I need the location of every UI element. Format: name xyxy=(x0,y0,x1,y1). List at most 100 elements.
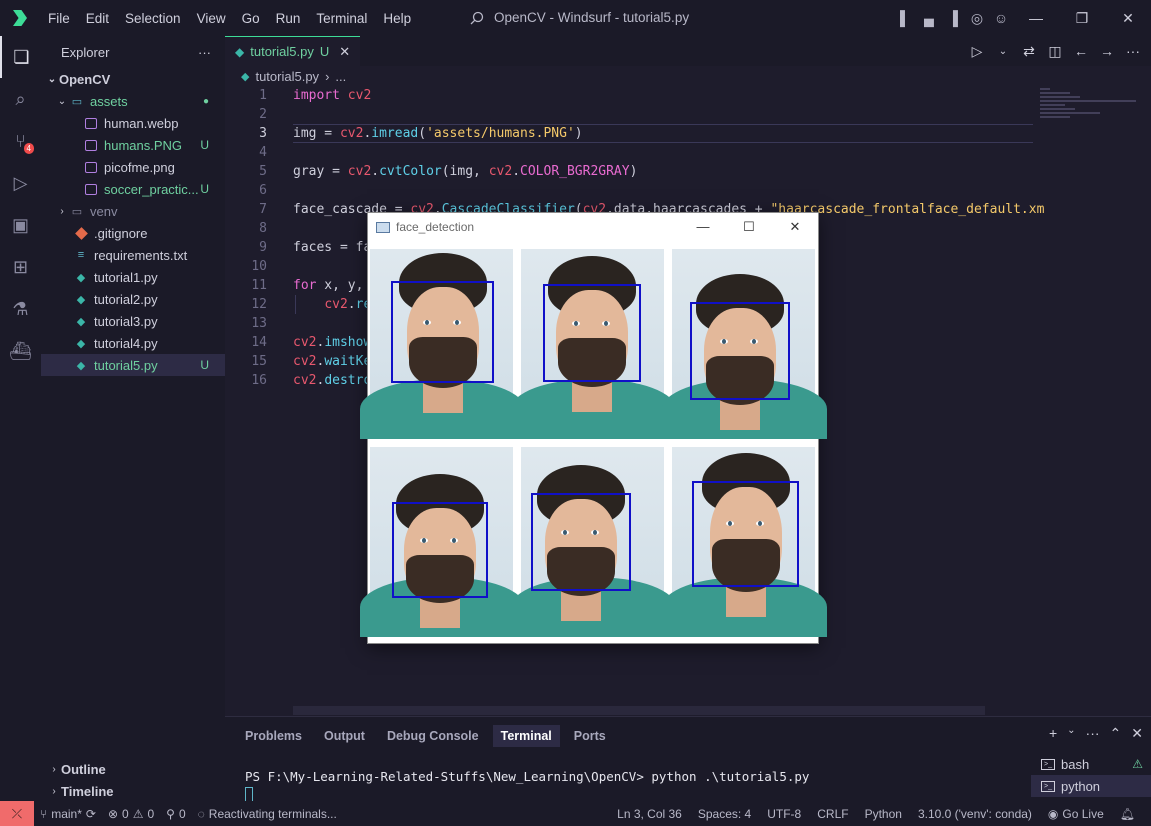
split-editor-icon[interactable]: ◫ xyxy=(1045,43,1065,60)
menu-selection[interactable]: Selection xyxy=(117,11,189,26)
cursor-position[interactable]: Ln 3, Col 36 xyxy=(609,807,690,821)
source-control-icon[interactable]: ⑂ 4 xyxy=(0,120,41,162)
cv-close-button[interactable]: ✕ xyxy=(772,213,818,241)
untracked-badge: U xyxy=(200,182,209,196)
untracked-badge: U xyxy=(200,138,209,152)
chevron-down-icon[interactable]: ⌄ xyxy=(993,46,1013,57)
terminal-output[interactable]: PS F:\My-Learning-Related-Stuffs\New_Lea… xyxy=(245,769,809,784)
tree-item-assets[interactable]: ⌄ ▭ assets ● xyxy=(41,90,225,112)
code-line[interactable]: 4 xyxy=(225,143,1035,162)
close-icon[interactable]: ✕ xyxy=(339,44,350,60)
tree-item-venv[interactable]: › ▭ venv xyxy=(41,200,225,222)
line-endings[interactable]: CRLF xyxy=(809,807,856,821)
testing-icon[interactable]: ⚗ xyxy=(0,288,41,330)
cv-minimize-button[interactable]: — xyxy=(680,213,726,241)
horizontal-scrollbar[interactable] xyxy=(293,706,985,715)
face-bounding-box xyxy=(543,284,641,382)
code-text: cv2.re xyxy=(324,297,372,312)
chevron-down-icon[interactable]: ⌄ xyxy=(1067,725,1075,742)
tree-item-gitignore[interactable]: .gitignore xyxy=(41,222,225,244)
terminal-python[interactable]: >_ python xyxy=(1031,775,1151,797)
maximize-panel-icon[interactable]: ⌃ xyxy=(1110,725,1122,742)
tree-item-humans-png[interactable]: humans.PNG U xyxy=(41,134,225,156)
python-interpreter[interactable]: 3.10.0 ('venv': conda) xyxy=(910,807,1040,821)
menu-go[interactable]: Go xyxy=(234,11,268,26)
account-icon[interactable]: ☺ xyxy=(989,0,1013,36)
windsurf-logo-icon xyxy=(0,0,40,36)
copilot-icon[interactable]: ◎ xyxy=(965,0,989,36)
code-line[interactable]: 1 import cv2 xyxy=(225,86,1035,105)
timeline-label: Timeline xyxy=(61,783,114,799)
outline-section[interactable]: › Outline xyxy=(41,758,225,780)
tree-item-tutorial3[interactable]: ◆ tutorial3.py xyxy=(41,310,225,332)
face-bounding-box xyxy=(690,302,790,400)
toggle-secondary-sidebar-icon[interactable]: ▐ xyxy=(941,0,965,36)
tab-debug-console[interactable]: Debug Console xyxy=(379,725,487,747)
problems-indicator[interactable]: ⊗ 0 ⚠ 0 xyxy=(102,807,160,821)
cv-maximize-button[interactable]: ☐ xyxy=(726,213,772,241)
branch-indicator[interactable]: ⑂ main* ⟳ xyxy=(34,807,102,821)
tree-item-human-webp[interactable]: human.webp xyxy=(41,112,225,134)
remote-indicator-icon[interactable]: ⤫ xyxy=(0,801,34,826)
docker-icon[interactable]: ⛴ xyxy=(0,330,41,372)
tab-ports[interactable]: Ports xyxy=(566,725,614,747)
menu-run[interactable]: Run xyxy=(268,11,309,26)
extensions-icon[interactable]: ⊞ xyxy=(0,246,41,288)
ports-indicator[interactable]: ⚲ 0 xyxy=(160,807,191,821)
tab-terminal[interactable]: Terminal xyxy=(492,725,560,747)
notifications-bell-icon[interactable]: 🔔︎ xyxy=(1112,807,1143,821)
search-view-icon[interactable]: ⌕ xyxy=(0,78,41,120)
timeline-section[interactable]: › Timeline xyxy=(41,780,225,802)
code-line[interactable]: 6 xyxy=(225,181,1035,200)
run-debug-icon[interactable]: ▷ xyxy=(0,162,41,204)
go-back-icon[interactable]: ← xyxy=(1071,43,1091,59)
toggle-panel-icon[interactable]: ▄ xyxy=(917,0,941,36)
python-file-icon: ◆ xyxy=(76,293,86,306)
tab-problems[interactable]: Problems xyxy=(237,725,310,747)
restore-button[interactable]: ❐ xyxy=(1059,0,1105,36)
remote-explorer-icon[interactable]: ▣ xyxy=(0,204,41,246)
tree-item-tutorial5[interactable]: ◆ tutorial5.py U xyxy=(41,354,225,376)
tree-item-requirements[interactable]: ≡ requirements.txt xyxy=(41,244,225,266)
tree-item-picofme[interactable]: picofme.png xyxy=(41,156,225,178)
more-actions-icon[interactable]: ··· xyxy=(1086,725,1100,742)
command-center[interactable]: OpenCV - Windsurf - tutorial5.py xyxy=(470,10,689,25)
menu-file[interactable]: File xyxy=(40,11,78,26)
language-mode[interactable]: Python xyxy=(857,807,910,821)
minimap[interactable] xyxy=(1040,86,1140,126)
close-panel-icon[interactable]: ✕ xyxy=(1131,725,1143,742)
close-window-button[interactable]: ✕ xyxy=(1105,0,1151,36)
run-file-icon[interactable]: ▷ xyxy=(967,43,987,60)
code-line[interactable]: 2 xyxy=(225,105,1035,124)
more-actions-icon[interactable]: ··· xyxy=(1123,43,1143,59)
menu-edit[interactable]: Edit xyxy=(78,11,117,26)
root-folder[interactable]: ⌄ OpenCV xyxy=(41,68,225,90)
image-file-icon xyxy=(83,160,99,174)
terminal-bash[interactable]: >_ bash ⚠ xyxy=(1031,753,1151,775)
tree-item-tutorial2[interactable]: ◆ tutorial2.py xyxy=(41,288,225,310)
breadcrumb-file[interactable]: tutorial5.py xyxy=(255,69,319,84)
code-line[interactable]: 3 img = cv2.imread('assets/humans.PNG') xyxy=(225,124,1035,143)
toggle-sidebar-icon[interactable]: ▌ xyxy=(893,0,917,36)
go-forward-icon[interactable]: → xyxy=(1097,43,1117,59)
minimize-button[interactable]: — xyxy=(1013,0,1059,36)
compare-changes-icon[interactable]: ⇄ xyxy=(1019,43,1039,60)
go-live-button[interactable]: ◉ Go Live xyxy=(1040,807,1112,821)
tab-output[interactable]: Output xyxy=(316,725,373,747)
breadcrumb-more[interactable]: ... xyxy=(335,69,346,84)
tree-item-tutorial4[interactable]: ◆ tutorial4.py xyxy=(41,332,225,354)
menu-help[interactable]: Help xyxy=(375,11,419,26)
tree-item-soccer[interactable]: soccer_practic... U xyxy=(41,178,225,200)
tab-tutorial5[interactable]: ◆ tutorial5.py U ✕ xyxy=(225,36,361,66)
explorer-icon[interactable]: ❏ xyxy=(0,36,41,78)
menu-view[interactable]: View xyxy=(189,11,234,26)
menu-terminal[interactable]: Terminal xyxy=(308,11,375,26)
indentation[interactable]: Spaces: 4 xyxy=(690,807,759,821)
more-actions-icon[interactable]: ··· xyxy=(198,45,211,60)
encoding[interactable]: UTF-8 xyxy=(759,807,809,821)
code-line[interactable]: 5 gray = cv2.cvtColor(img, cv2.COLOR_BGR2… xyxy=(225,162,1035,181)
line-number: 3 xyxy=(259,126,267,141)
tree-item-tutorial1[interactable]: ◆ tutorial1.py xyxy=(41,266,225,288)
new-terminal-icon[interactable]: + xyxy=(1049,725,1057,742)
broadcast-icon: ◉ xyxy=(1047,806,1059,821)
